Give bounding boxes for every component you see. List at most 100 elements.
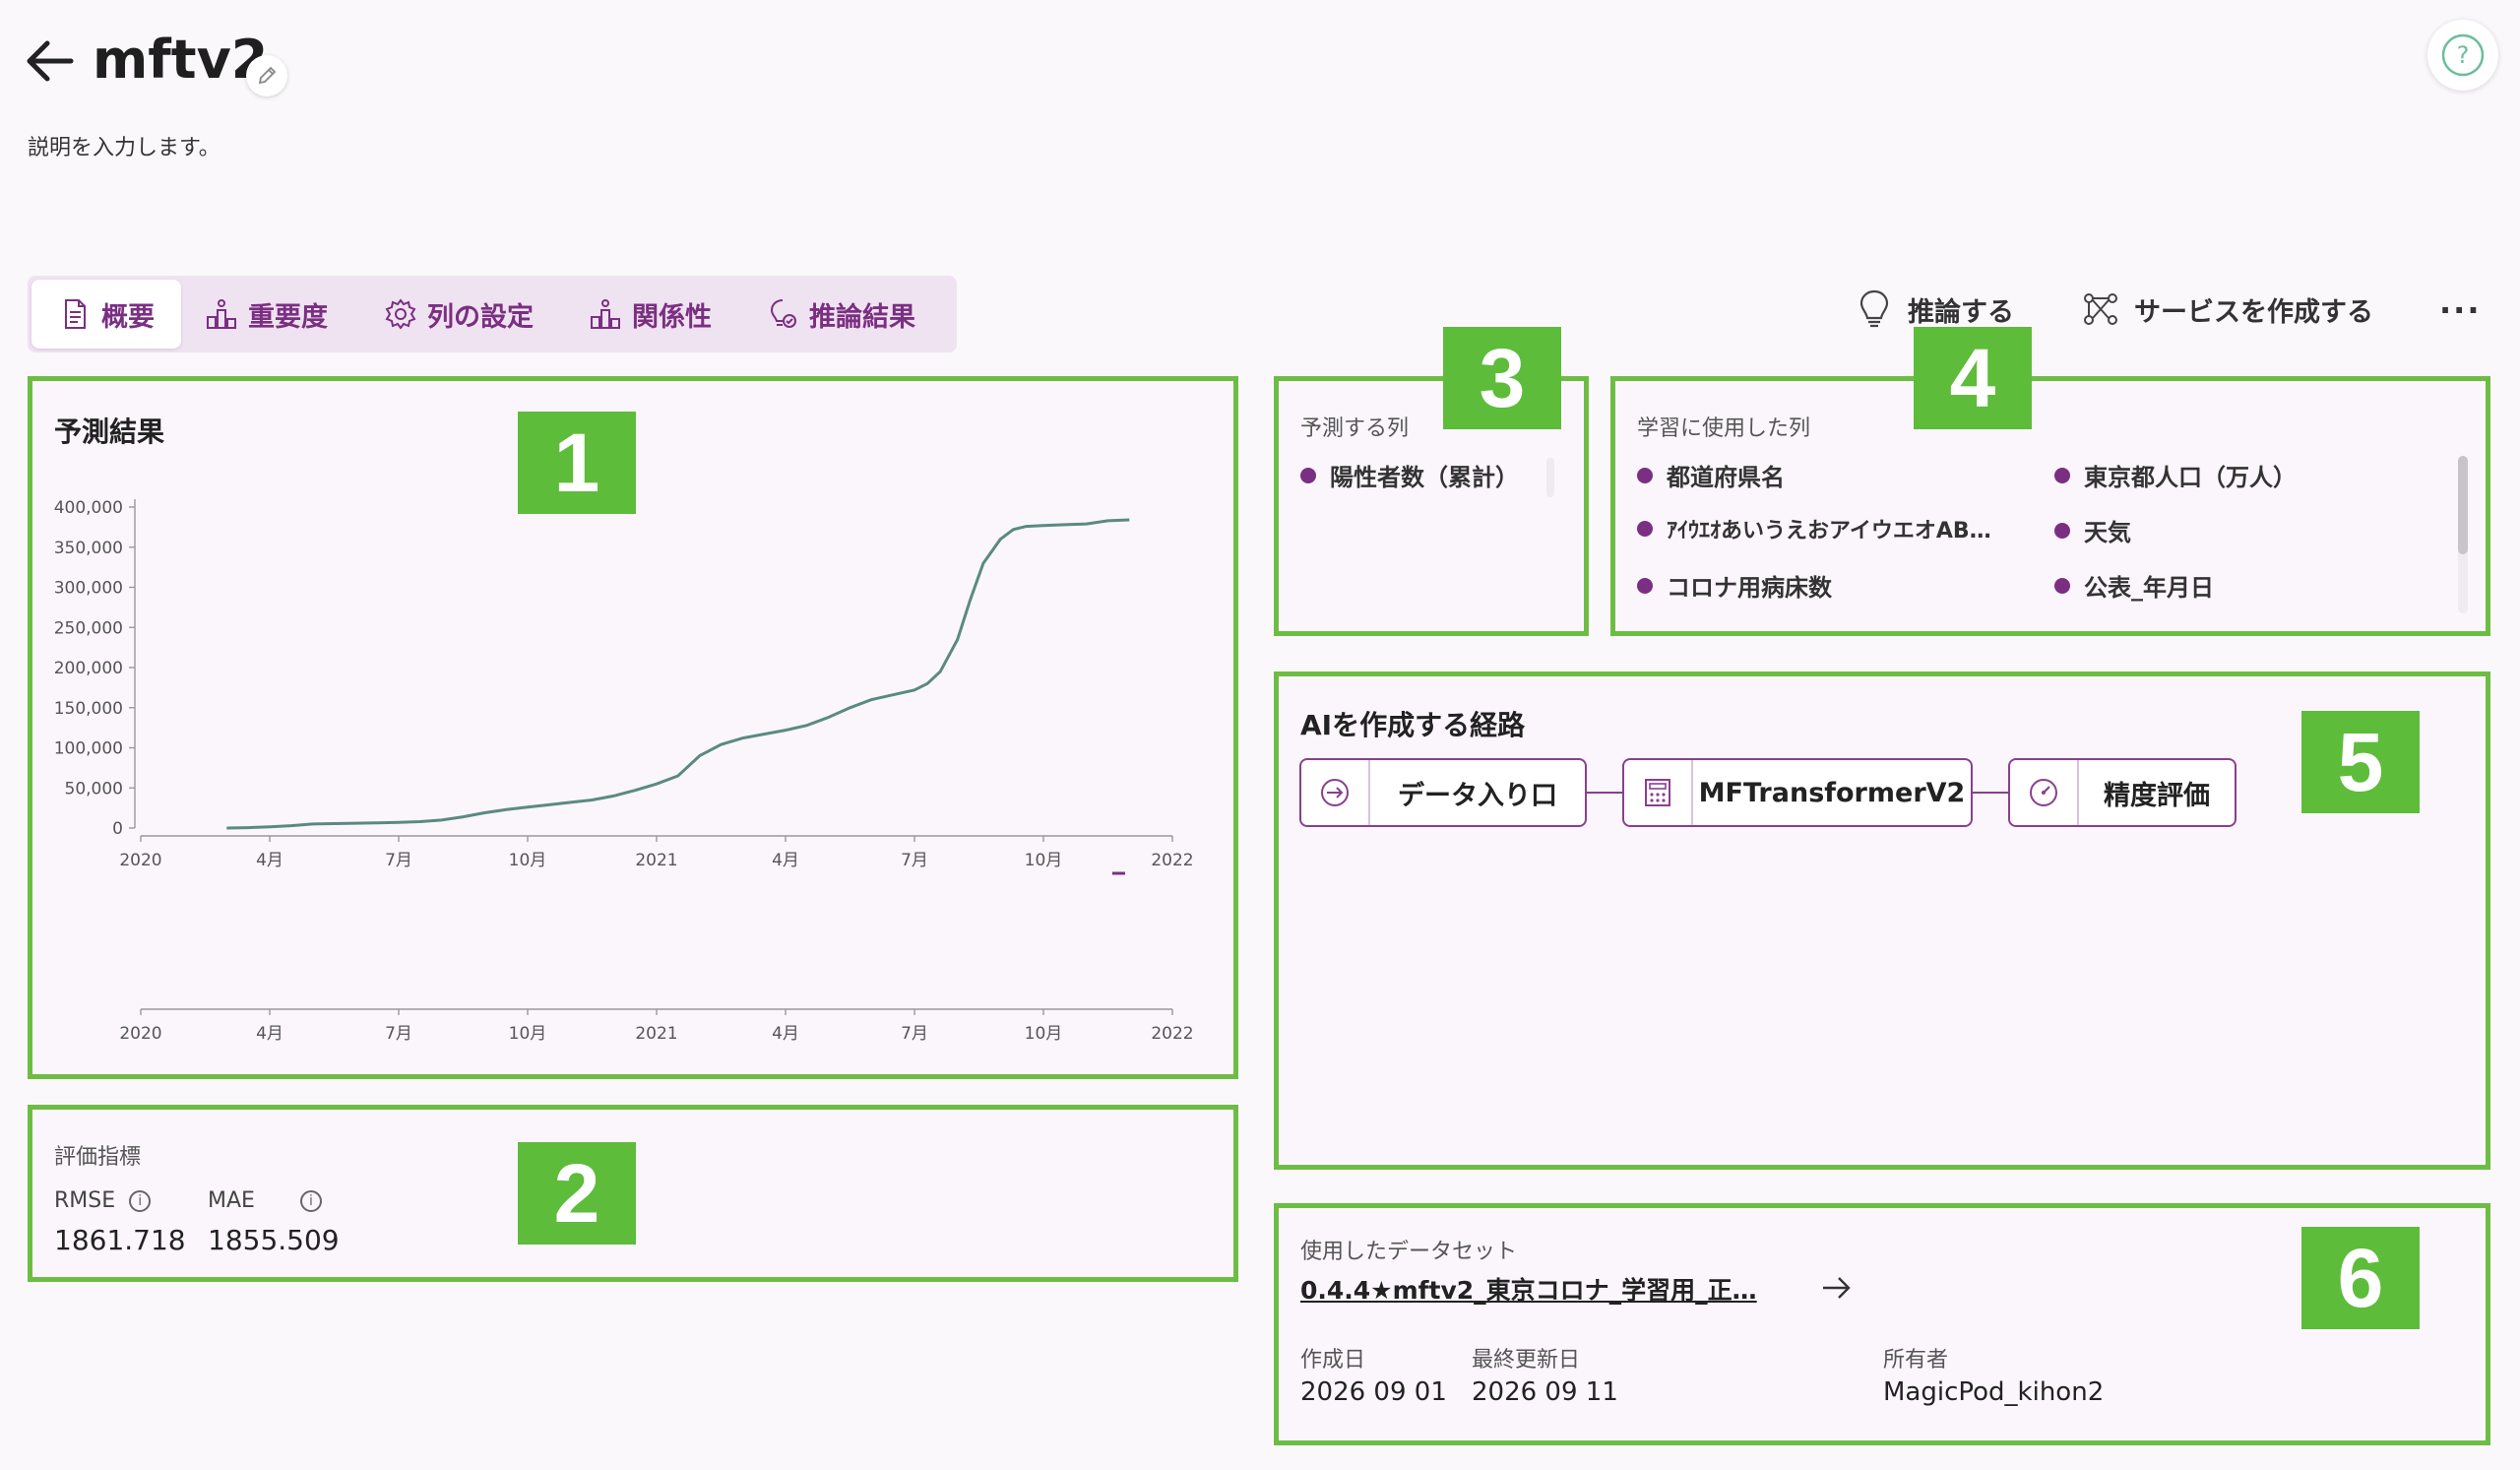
importance-icon	[207, 299, 236, 329]
target-column-item: 陽性者数（累計）	[1300, 458, 1519, 492]
bullet-icon	[1300, 467, 1316, 483]
annotation-badge: 5	[2301, 711, 2420, 813]
y-tick-label: 300,000	[54, 579, 123, 599]
pipeline-connector	[1973, 792, 2008, 794]
x-tick-label: 10月	[1025, 851, 1063, 870]
column-name: 公表_年月日	[2084, 574, 2214, 602]
x-tick-label: 2021	[635, 851, 677, 870]
y-tick-label: 150,000	[54, 699, 123, 719]
tab-overview[interactable]: 概要	[32, 280, 181, 349]
x-tick-label: 4月	[772, 851, 799, 870]
tab-importance[interactable]: 重要度	[205, 280, 328, 349]
bullet-icon	[1637, 521, 1653, 537]
model-description[interactable]: 説明を入力します。	[28, 130, 220, 161]
y-tick-label: 50,000	[65, 779, 123, 799]
create-service-button[interactable]: サービスを作成する	[2081, 282, 2373, 337]
dataset-label: 使用したデータセット	[1300, 1240, 1518, 1264]
bullet-icon	[2054, 467, 2070, 483]
navigator-tick-label: 10月	[1025, 1024, 1063, 1044]
series-line	[226, 518, 1130, 830]
pipeline-node-data-input[interactable]: データ入り口	[1299, 758, 1587, 827]
bullet-icon	[1637, 467, 1653, 483]
more-options-icon[interactable]: ···	[2439, 291, 2481, 329]
scrollbar-track[interactable]	[2458, 456, 2468, 613]
bullet-icon	[2054, 522, 2070, 539]
arrow-right-icon[interactable]	[1820, 1273, 1854, 1303]
tab-label: 推論結果	[809, 301, 915, 333]
document-icon	[65, 299, 86, 329]
info-icon[interactable]: i	[129, 1189, 152, 1212]
pipeline-node-model[interactable]: MFTransformerV2	[1622, 758, 1973, 827]
training-column-item: 天気	[2054, 513, 2131, 547]
x-tick-label: 2022	[1151, 851, 1193, 870]
info-icon[interactable]: i	[299, 1189, 322, 1212]
back-arrow-icon[interactable]	[22, 33, 77, 89]
gear-icon	[385, 298, 416, 330]
annotation-badge: 1	[518, 412, 636, 514]
edit-title-button[interactable]	[246, 55, 287, 96]
infer-label: 推論する	[1908, 296, 2014, 328]
scrollbar-thumb[interactable]	[2458, 456, 2468, 554]
help-button[interactable]: ?	[2427, 20, 2498, 91]
scrollbar[interactable]	[1546, 458, 1554, 497]
dataset-link[interactable]: 0.4.4★mftv2_東京コロナ_学習用_正…	[1300, 1271, 1757, 1307]
tab-bar: 概要 重要度 列の設定 関係性 推論結果	[28, 276, 957, 352]
training-column-item: ｱｲｳｴｵあいうえおアイウエオAB…	[1637, 513, 1991, 544]
navigator-tick-label: 2020	[119, 1024, 161, 1044]
navigator-tick-label: 4月	[772, 1024, 799, 1044]
y-tick-label: 350,000	[54, 539, 123, 558]
tab-relations[interactable]: 関係性	[589, 280, 712, 349]
target-column-title: 予測する列	[1300, 416, 1410, 441]
tab-column-settings[interactable]: 列の設定	[384, 280, 534, 349]
training-columns-title: 学習に使用した列	[1637, 416, 1811, 441]
tab-label: 重要度	[248, 301, 328, 333]
annotation-badge: 2	[518, 1142, 636, 1245]
gauge-icon	[2030, 779, 2057, 806]
y-tick-label: 250,000	[54, 618, 123, 638]
navigator-tick-label: 10月	[509, 1024, 547, 1044]
navigator-tick-label: 7月	[901, 1024, 928, 1044]
y-tick-label: 400,000	[54, 498, 123, 518]
training-column-item: 東京都人口（万人）	[2054, 458, 2297, 492]
calculator-icon	[1645, 779, 1670, 806]
updated-date: 2026 09 11	[1472, 1377, 1618, 1407]
training-column-item: 公表_年月日	[2054, 568, 2214, 603]
column-name: 陽性者数（累計）	[1330, 464, 1519, 491]
metrics-title: 評価指標	[54, 1145, 142, 1170]
navigator-tick-label: 7月	[385, 1024, 412, 1044]
tab-label: 列の設定	[427, 301, 534, 333]
y-tick-label: 200,000	[54, 659, 123, 678]
page-title: mftv2	[93, 29, 269, 91]
tab-label: 関係性	[632, 301, 712, 333]
column-name: 東京都人口（万人）	[2084, 464, 2297, 491]
pipeline-connector	[1587, 792, 1622, 794]
y-tick-label: 100,000	[54, 739, 123, 759]
x-tick-label: 10月	[509, 851, 547, 870]
x-tick-label: 4月	[256, 851, 284, 870]
input-arrow-icon	[1321, 779, 1349, 806]
created-label: 作成日	[1300, 1348, 1366, 1373]
x-tick-label: 7月	[385, 851, 412, 870]
navigator-tick-label: 2021	[635, 1024, 677, 1044]
y-tick-label: 0	[112, 819, 123, 839]
owner-label: 所有者	[1883, 1348, 1949, 1373]
pipeline-title: AIを作成する経路	[1300, 709, 1526, 741]
navigator-tick-label: 4月	[256, 1024, 284, 1044]
column-name: コロナ用病床数	[1667, 574, 1832, 602]
service-icon	[2084, 293, 2117, 325]
metric-name: RMSE	[54, 1188, 116, 1213]
annotation-badge: 3	[1443, 327, 1561, 429]
created-date: 2026 09 01	[1300, 1377, 1447, 1407]
rmse-value: 1861.718	[54, 1224, 186, 1256]
metric-name: MAE	[208, 1188, 255, 1213]
help-icon: ?	[2441, 33, 2485, 77]
inference-result-icon	[770, 299, 796, 328]
training-columns-panel: 学習に使用した列 都道府県名 東京都人口（万人） ｱｲｳｴｵあいうえおアイウエオ…	[1610, 376, 2490, 636]
updated-label: 最終更新日	[1472, 1348, 1581, 1373]
tab-inference-results[interactable]: 推論結果	[766, 280, 915, 349]
pipeline-node-evaluation[interactable]: 精度評価	[2008, 758, 2236, 827]
node-label: MFTransformerV2	[1698, 777, 1966, 808]
column-name: ｱｲｳｴｵあいうえおアイウエオAB…	[1667, 519, 1991, 543]
mae-label: MAE i	[208, 1188, 322, 1213]
column-name: 都道府県名	[1667, 464, 1785, 491]
